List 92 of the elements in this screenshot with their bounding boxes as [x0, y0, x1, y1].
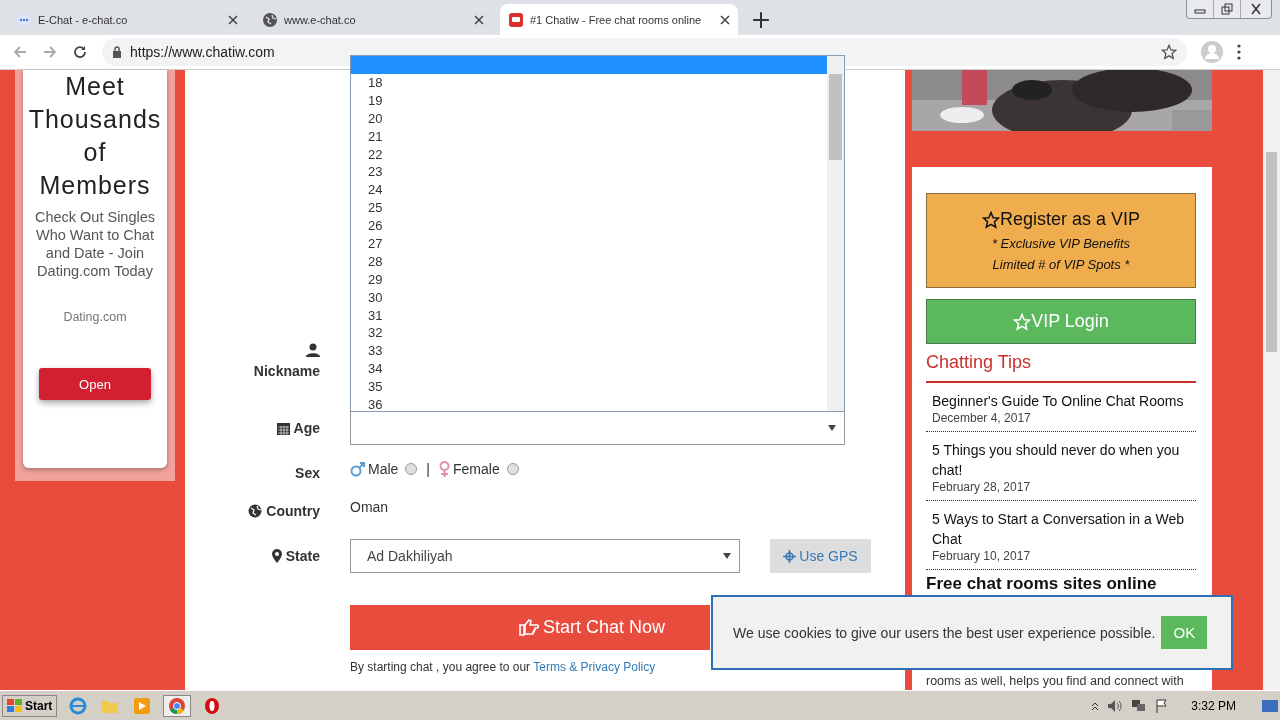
speaker-icon[interactable]	[1107, 698, 1124, 713]
age-dropdown-list[interactable]: 18 19 20 21 22 23 24 25 26 27 28 29 30 31 32 33 34 35 36	[350, 55, 845, 412]
star-icon	[981, 210, 1000, 229]
state-label: State	[285, 548, 320, 564]
age-option[interactable]: 35	[351, 378, 827, 397]
open-button[interactable]: Open	[39, 368, 151, 400]
globe-icon	[248, 504, 263, 518]
age-option[interactable]: 31	[351, 306, 827, 325]
section-text: rooms as well, helps you find and connect with	[926, 674, 1185, 688]
flag-icon[interactable]	[1155, 698, 1170, 713]
sex-label: Sex	[295, 465, 320, 481]
vip-benefit-text: Limited # of VIP Spots *	[992, 257, 1130, 272]
male-symbol-icon	[350, 461, 365, 477]
age-option[interactable]: 32	[351, 324, 827, 343]
forward-icon[interactable]	[42, 44, 58, 60]
star-icon	[1013, 312, 1032, 331]
caret-icon	[828, 425, 836, 431]
clock-text: 3:32 PM	[1191, 698, 1236, 713]
chevron-up-icon[interactable]	[1091, 700, 1100, 711]
dropdown-scrollbar[interactable]	[827, 56, 844, 411]
star-icon[interactable]	[1161, 44, 1177, 60]
show-desktop-icon[interactable]	[1262, 699, 1278, 712]
plus-icon[interactable]	[752, 11, 770, 29]
tip-link[interactable]: Beginner's Guide To Online Chat Rooms	[932, 391, 1190, 411]
age-option[interactable]: 24	[351, 181, 827, 200]
age-option[interactable]: 34	[351, 360, 827, 379]
radio-button[interactable]	[506, 463, 519, 475]
caret-icon	[723, 553, 731, 559]
tip-date: February 28, 2017	[932, 480, 1032, 494]
sex-option-label: Male	[368, 461, 399, 477]
register-vip-box[interactable]: Register as a VIP * Exclusive VIP Benefits Limited # of VIP Spots *	[926, 193, 1196, 288]
person-icon	[306, 343, 320, 357]
age-option[interactable]: 28	[351, 252, 827, 271]
age-option[interactable]: 26	[351, 217, 827, 235]
globe-icon	[262, 11, 278, 28]
age-option[interactable]: 19	[351, 91, 827, 110]
nickname-label: Nickname	[253, 363, 320, 379]
close-icon[interactable]	[474, 14, 484, 25]
pointing-hand-icon	[518, 618, 539, 637]
age-option[interactable]: 30	[351, 288, 827, 307]
tip-link[interactable]: 5 Things you should never do when you chat!	[932, 440, 1190, 480]
age-option[interactable]: 21	[351, 127, 827, 146]
back-icon[interactable]	[12, 44, 28, 60]
scrollbar[interactable]	[1263, 70, 1280, 690]
browser-tab[interactable]: E-Chat - e-chat.co	[8, 4, 246, 35]
start-button[interactable]: Start	[2, 694, 58, 717]
age-label: Age	[293, 420, 320, 436]
ad-title: Meet Thousands of Members	[27, 71, 163, 201]
age-select[interactable]	[350, 411, 845, 445]
close-icon[interactable]	[720, 14, 730, 25]
chatting-tips-heading: Chatting Tips	[926, 352, 1196, 383]
start-chat-button[interactable]: Start Chat Now	[350, 605, 710, 650]
age-option[interactable]: 27	[351, 235, 827, 253]
reload-icon[interactable]	[72, 44, 88, 60]
sex-option-label: Female	[453, 461, 500, 477]
network-icon[interactable]	[1131, 698, 1148, 713]
calendar-icon	[276, 421, 290, 435]
state-select[interactable]: Ad Dakhiliyah	[350, 539, 740, 573]
ad-text: Check Out Singles Who Want to Chat and Date - Join Dating.com Today	[33, 208, 157, 280]
age-option[interactable]: 20	[351, 109, 827, 128]
tip-date: February 10, 2017	[932, 549, 1032, 563]
register-vip-title[interactable]: Register as a VIP	[999, 209, 1141, 230]
age-option[interactable]: 23	[351, 163, 827, 182]
age-option[interactable]: 25	[351, 199, 827, 218]
cookie-text: We use cookies to give our users the best user experience possible.	[733, 624, 1156, 641]
site-logo-icon	[508, 11, 524, 28]
lock-icon	[112, 46, 122, 58]
age-option[interactable]: 22	[351, 145, 827, 164]
ad-source: Dating.com	[63, 310, 127, 324]
age-option[interactable]: 29	[351, 270, 827, 289]
age-option[interactable]: 36	[351, 396, 827, 414]
crosshair-icon	[783, 549, 797, 563]
chrome-icon[interactable]	[163, 694, 192, 717]
radio-button[interactable]	[405, 463, 418, 475]
browser-tab[interactable]: www.e-chat.co	[254, 4, 492, 35]
browser-tab[interactable]: #1 Chatiw - Free chat rooms online	[500, 4, 738, 35]
age-option[interactable]: 18	[351, 74, 827, 92]
menu-icon[interactable]	[1237, 44, 1241, 60]
section-heading: Free chat rooms sites online	[926, 574, 1158, 594]
terms-link[interactable]: Terms & Privacy Policy	[533, 660, 656, 674]
windows-logo-icon	[7, 698, 23, 713]
chat-bubble-icon	[16, 11, 32, 28]
female-symbol-icon	[439, 461, 450, 477]
vip-benefit-text: * Exclusive VIP Benefits	[991, 236, 1131, 251]
tip-date: December 4, 2017	[932, 411, 1032, 425]
country-label: Country	[266, 503, 320, 519]
country-value: Oman	[350, 499, 389, 515]
map-pin-icon	[271, 549, 282, 563]
age-option[interactable]: 33	[351, 342, 827, 361]
tip-link[interactable]: 5 Ways to Start a Conversation in a Web Chat	[932, 509, 1190, 549]
separator-text: |	[426, 461, 430, 477]
close-icon[interactable]	[228, 14, 238, 25]
